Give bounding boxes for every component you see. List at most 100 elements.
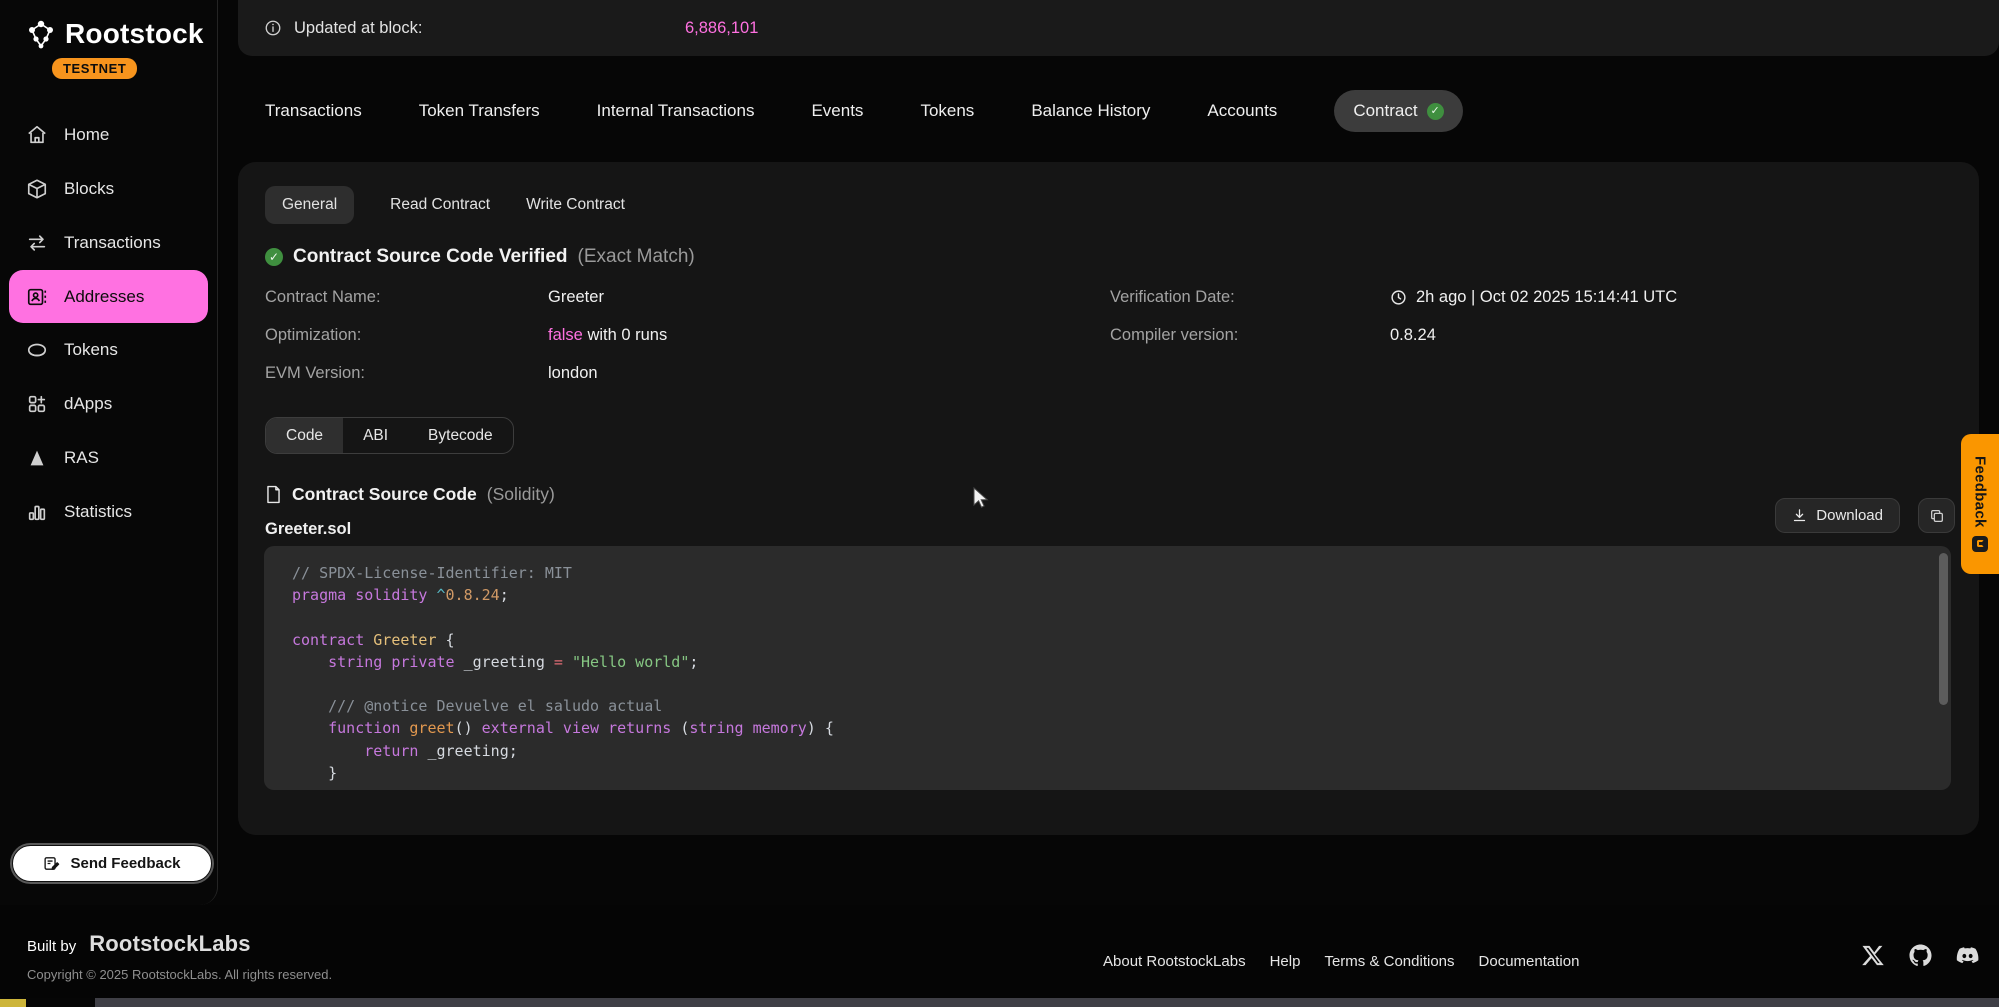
code-scrollbar[interactable] (1939, 553, 1948, 705)
sidebar-item-label: Blocks (64, 179, 114, 199)
source-code-text: // SPDX-License-Identifier: MITpragma so… (264, 546, 1951, 784)
segment-abi[interactable]: ABI (343, 418, 408, 453)
sidebar-item-label: Home (64, 125, 109, 145)
tab-internal-transactions[interactable]: Internal Transactions (597, 101, 755, 121)
horizontal-scrollbar[interactable] (95, 998, 1999, 1007)
sidebar-item-label: Addresses (64, 287, 144, 307)
clock-icon (1390, 289, 1407, 306)
sidebar-item-home[interactable]: Home (0, 108, 217, 162)
bar-chart-icon (26, 501, 48, 523)
social-links (1862, 944, 1979, 967)
tab-tokens[interactable]: Tokens (920, 101, 974, 121)
built-by-label: Built by (27, 938, 76, 955)
rootstocklabs-link[interactable]: RootstockLabs (89, 931, 251, 957)
updated-at-block-label: Updated at block: (294, 19, 422, 38)
contract-subtabs: General Read Contract Write Contract (265, 186, 625, 224)
feedback-tab-label: Feedback (1972, 456, 1989, 528)
info-icon (264, 19, 282, 37)
document-icon (265, 485, 282, 504)
copy-icon (1929, 508, 1945, 524)
compiler-version-value: 0.8.24 (1390, 326, 1677, 345)
footer-link-about[interactable]: About RootstockLabs (1103, 953, 1246, 970)
copyright-text: Copyright © 2025 RootstockLabs. All righ… (27, 967, 332, 982)
contract-name-label: Contract Name: (265, 288, 548, 307)
download-label: Download (1816, 507, 1883, 524)
address-tabs: Transactions Token Transfers Internal Tr… (265, 84, 1463, 138)
sidebar-item-addresses[interactable]: Addresses (9, 270, 208, 323)
evm-version-value: london (548, 364, 1110, 383)
swap-arrows-icon (26, 232, 48, 254)
home-icon (26, 124, 48, 146)
send-feedback-button[interactable]: Send Feedback (12, 845, 212, 882)
feedback-logo-icon (1972, 536, 1988, 552)
download-button[interactable]: Download (1775, 498, 1900, 533)
source-code-title: Contract Source Code (292, 484, 477, 505)
source-code-viewer[interactable]: // SPDX-License-Identifier: MITpragma so… (264, 546, 1951, 790)
contract-name-value: Greeter (548, 288, 1110, 307)
sidebar-item-label: dApps (64, 394, 112, 414)
footer-link-terms[interactable]: Terms & Conditions (1324, 953, 1454, 970)
sidebar-item-label: Transactions (64, 233, 161, 253)
verified-title: Contract Source Code Verified (293, 246, 568, 268)
verified-check-icon: ✓ (265, 248, 283, 266)
compiler-version-label: Compiler version: (1110, 326, 1390, 345)
footer: Built by RootstockLabs Copyright © 2025 … (0, 905, 1999, 998)
verified-heading: ✓ Contract Source Code Verified (Exact M… (265, 246, 695, 268)
evm-version-label: EVM Version: (265, 364, 548, 383)
contract-details: Contract Name: Greeter Verification Date… (265, 288, 1677, 383)
sidebar-item-ras[interactable]: RAS (0, 431, 217, 485)
sidebar-item-blocks[interactable]: Blocks (0, 162, 217, 216)
tab-events[interactable]: Events (811, 101, 863, 121)
subtab-general[interactable]: General (265, 186, 354, 224)
tab-accounts[interactable]: Accounts (1207, 101, 1277, 121)
apps-grid-icon (26, 393, 48, 415)
source-code-heading: Contract Source Code (Solidity) (265, 484, 555, 505)
sidebar-item-statistics[interactable]: Statistics (0, 485, 217, 539)
sidebar-item-tokens[interactable]: Tokens (0, 323, 217, 377)
coin-icon (26, 339, 48, 361)
rootstock-logo-icon (26, 19, 56, 49)
code-view-switch: Code ABI Bytecode (265, 417, 514, 454)
segment-code[interactable]: Code (266, 418, 343, 453)
tab-balance-history[interactable]: Balance History (1031, 101, 1150, 121)
copy-code-button[interactable] (1918, 498, 1955, 533)
cube-icon (26, 178, 48, 200)
tab-token-transfers[interactable]: Token Transfers (419, 101, 540, 121)
scrollbar-corner (0, 999, 26, 1007)
sidebar-item-label: RAS (64, 448, 99, 468)
contact-card-icon (26, 286, 48, 308)
download-icon (1792, 508, 1807, 523)
tab-contract-label: Contract (1353, 101, 1417, 121)
source-code-language: (Solidity) (487, 484, 555, 505)
github-icon[interactable] (1909, 944, 1932, 967)
triangle-icon (26, 447, 48, 469)
subtab-read-contract[interactable]: Read Contract (390, 196, 490, 214)
tab-transactions[interactable]: Transactions (265, 101, 362, 121)
sidebar-item-label: Tokens (64, 340, 118, 360)
pencil-note-icon (43, 855, 60, 872)
footer-links: About RootstockLabs Help Terms & Conditi… (1103, 953, 1579, 970)
brand-name: Rootstock (65, 18, 204, 50)
feedback-side-tab[interactable]: Feedback (1961, 434, 1999, 574)
sidebar-item-transactions[interactable]: Transactions (0, 216, 217, 270)
footer-link-documentation[interactable]: Documentation (1479, 953, 1580, 970)
discord-icon[interactable] (1956, 944, 1979, 967)
x-twitter-icon[interactable] (1862, 944, 1885, 967)
segment-bytecode[interactable]: Bytecode (408, 418, 513, 453)
sidebar-item-label: Statistics (64, 502, 132, 522)
verification-date-value: 2h ago | Oct 02 2025 15:14:41 UTC (1390, 288, 1677, 307)
sidebar-item-dapps[interactable]: dApps (0, 377, 217, 431)
contract-panel: General Read Contract Write Contract ✓ C… (238, 162, 1979, 835)
block-number-link[interactable]: 6,886,101 (685, 19, 758, 38)
send-feedback-label: Send Feedback (70, 855, 180, 872)
logo-area[interactable]: Rootstock TESTNET (0, 0, 217, 79)
optimization-label: Optimization: (265, 326, 548, 345)
footer-link-help[interactable]: Help (1270, 953, 1301, 970)
sidebar-nav: Home Blocks Transactions Addresses Token… (0, 108, 217, 539)
tab-contract[interactable]: Contract ✓ (1334, 90, 1462, 132)
subtab-write-contract[interactable]: Write Contract (526, 196, 625, 214)
verified-note: (Exact Match) (578, 246, 695, 268)
updated-block-bar: Updated at block: 6,886,101 (238, 0, 1999, 56)
verified-check-icon: ✓ (1427, 103, 1444, 120)
testnet-badge: TESTNET (52, 58, 137, 79)
